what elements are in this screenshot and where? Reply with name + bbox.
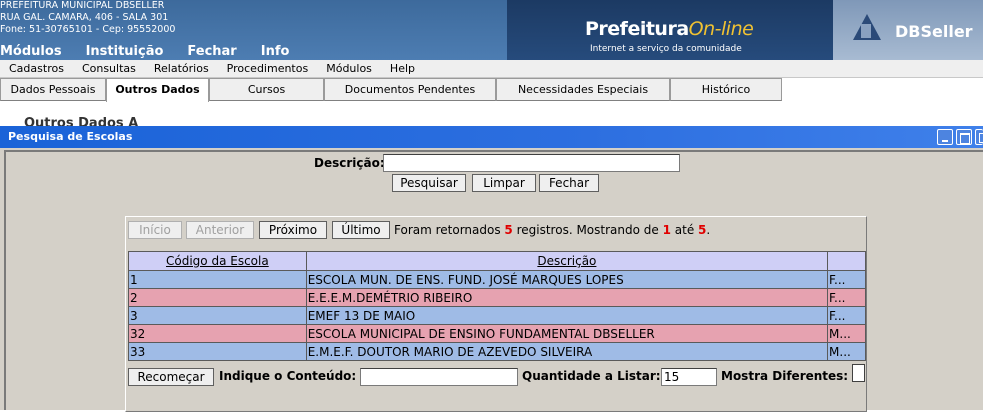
cell-extra[interactable]: F... — [827, 288, 866, 307]
menu-instituicao[interactable]: Instituição — [86, 44, 188, 60]
cell-code[interactable]: 2 — [128, 288, 307, 307]
menu-relatorios[interactable]: Relatórios — [145, 60, 218, 77]
menubar: Cadastros Consultas Relatórios Procedime… — [0, 60, 983, 78]
menu-help[interactable]: Help — [381, 60, 424, 77]
cell-desc[interactable]: ESCOLA MUN. DE ENS. FUND. JOSÉ MARQUES L… — [305, 270, 829, 289]
cell-code[interactable]: 33 — [128, 342, 307, 361]
schools-table: Código da Escola Descrição 1 ESCOLA MUN.… — [128, 251, 866, 361]
tab-historico[interactable]: Histórico — [670, 78, 782, 101]
maximize-icon[interactable] — [956, 129, 972, 145]
portal-title-accent: On-line — [688, 18, 754, 40]
table-row[interactable]: 32 ESCOLA MUNICIPAL DE ENSINO FUNDAMENTA… — [128, 324, 866, 343]
cell-desc[interactable]: ESCOLA MUNICIPAL DE ENSINO FUNDAMENTAL D… — [305, 324, 829, 343]
results-count: 5 — [504, 223, 513, 237]
column-header-descricao[interactable]: Descrição — [305, 251, 829, 271]
org-name: PREFEITURA MUNICIPAL DBSELLER — [0, 0, 165, 11]
cell-code[interactable]: 3 — [128, 306, 307, 325]
menu-modulos-2[interactable]: Módulos — [317, 60, 381, 77]
cell-code[interactable]: 32 — [128, 324, 307, 343]
portal-title: PrefeituraOn-line — [585, 18, 754, 40]
dialog-body: Descrição: Pesquisar Limpar Fechar Iníci… — [4, 150, 983, 412]
menu-info[interactable]: Info — [261, 44, 314, 60]
table-header: Código da Escola Descrição — [128, 251, 866, 271]
portal-slogan: Internet a serviço da comunidade — [590, 44, 742, 54]
mostra-diferentes-checkbox[interactable] — [852, 364, 865, 382]
menu-fechar[interactable]: Fechar — [187, 44, 260, 60]
cell-code[interactable]: 1 — [128, 270, 307, 289]
close-icon[interactable] — [975, 129, 983, 145]
org-phone: Fone: 51-30765101 - Cep: 95552000 — [0, 24, 176, 35]
table-row[interactable]: 1 ESCOLA MUN. DE ENS. FUND. JOSÉ MARQUES… — [128, 270, 866, 289]
organization-info: PREFEITURA MUNICIPAL DBSELLER RUA GAL. C… — [0, 0, 175, 36]
tab-cursos[interactable]: Cursos — [209, 78, 324, 101]
dialog-title: Pesquisa de Escolas — [8, 130, 133, 143]
brand-logo-icon — [853, 14, 881, 40]
cell-extra[interactable]: F... — [827, 270, 866, 289]
brand-area: DBSeller — [833, 0, 983, 60]
menu-procedimentos[interactable]: Procedimentos — [218, 60, 318, 77]
menu-cadastros[interactable]: Cadastros — [0, 60, 73, 77]
cell-extra[interactable]: M... — [827, 324, 866, 343]
column-header-extra — [827, 251, 866, 271]
anterior-button[interactable]: Anterior — [186, 221, 254, 239]
portal-logo: PrefeituraOn-line Internet a serviço da … — [507, 0, 833, 60]
results-from: 1 — [662, 223, 671, 237]
indique-input[interactable] — [360, 368, 518, 386]
limpar-button[interactable]: Limpar — [472, 174, 536, 192]
table-row[interactable]: 2 E.E.E.M.DEMÉTRIO RIBEIRO F... — [128, 288, 866, 307]
menu-modulos[interactable]: Módulos — [0, 44, 86, 60]
table-row[interactable]: 33 E.M.E.F. DOUTOR MARIO DE AZEVEDO SILV… — [128, 342, 866, 361]
column-header-codigo[interactable]: Código da Escola — [128, 251, 307, 271]
header-banner: PREFEITURA MUNICIPAL DBSELLER RUA GAL. C… — [0, 0, 983, 60]
indique-label: Indique o Conteúdo: — [219, 369, 357, 383]
menu-consultas[interactable]: Consultas — [73, 60, 145, 77]
cell-desc[interactable]: E.E.E.M.DEMÉTRIO RIBEIRO — [305, 288, 829, 307]
dialog-titlebar[interactable]: Pesquisa de Escolas — [0, 126, 983, 148]
tab-necessidades-especiais[interactable]: Necessidades Especiais — [496, 78, 670, 101]
table-row[interactable]: 3 EMEF 13 DE MAIO F... — [128, 306, 866, 325]
quantidade-label: Quantidade a Listar: — [522, 369, 661, 383]
brand-name: DBSeller — [895, 22, 973, 41]
descricao-input[interactable] — [383, 154, 680, 172]
inicio-button[interactable]: Início — [128, 221, 182, 239]
top-menu: Módulos Instituição Fechar Info — [0, 44, 313, 60]
proximo-button[interactable]: Próximo — [259, 221, 327, 239]
cell-extra[interactable]: F... — [827, 306, 866, 325]
ultimo-button[interactable]: Último — [332, 221, 390, 239]
cell-desc[interactable]: EMEF 13 DE MAIO — [305, 306, 829, 325]
mostra-diferentes-label: Mostra Diferentes: — [721, 369, 849, 383]
results-info: Foram retornados 5 registros. Mostrando … — [394, 223, 711, 237]
cell-extra[interactable]: M... — [827, 342, 866, 361]
search-schools-dialog: Pesquisa de Escolas Descrição: Pesquisar… — [0, 126, 983, 412]
results-panel: Início Anterior Próximo Último Foram ret… — [125, 216, 867, 412]
tab-outros-dados[interactable]: Outros Dados — [106, 78, 209, 102]
org-address: RUA GAL. CAMARA, 406 - SALA 301 — [0, 12, 169, 23]
tab-dados-pessoais[interactable]: Dados Pessoais — [0, 78, 106, 101]
pesquisar-button[interactable]: Pesquisar — [392, 174, 466, 192]
tab-documentos-pendentes[interactable]: Documentos Pendentes — [324, 78, 496, 101]
quantidade-input[interactable]: 15 — [661, 368, 717, 386]
tab-bar: Dados Pessoais Outros Dados Cursos Docum… — [0, 78, 782, 102]
recomecar-button[interactable]: Recomeçar — [128, 368, 214, 386]
descricao-label: Descrição: — [314, 156, 385, 170]
fechar-button[interactable]: Fechar — [539, 174, 599, 192]
minimize-icon[interactable] — [937, 129, 953, 145]
cell-desc[interactable]: E.M.E.F. DOUTOR MARIO DE AZEVEDO SILVEIR… — [305, 342, 829, 361]
